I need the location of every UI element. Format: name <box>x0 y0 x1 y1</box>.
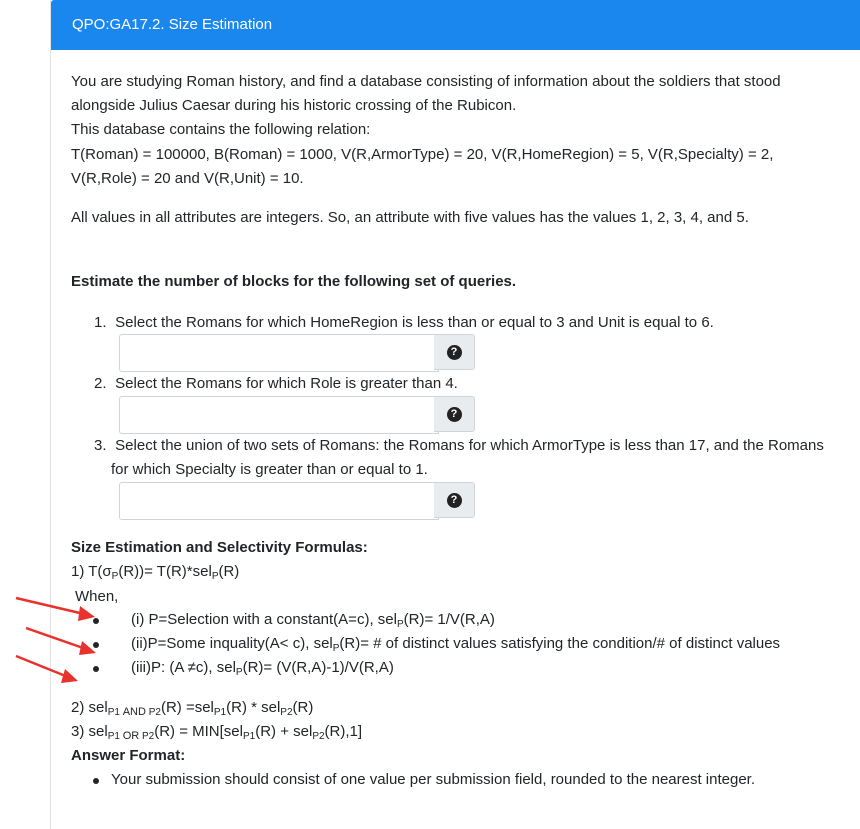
red-arrow-icon <box>15 654 78 683</box>
red-arrow-icon <box>15 596 95 621</box>
red-arrow-icon <box>25 626 96 655</box>
annotation-arrows <box>15 596 96 683</box>
